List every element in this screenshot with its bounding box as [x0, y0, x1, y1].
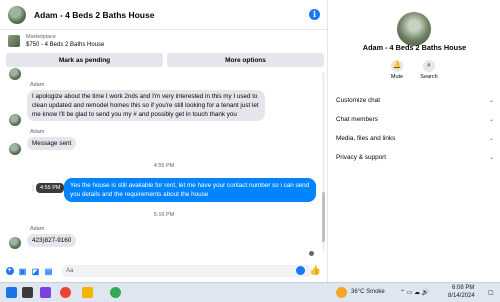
conversation-info-panel: Adam - 4 Beds 2 Baths House 🔔 Mute ⌕ Sea… — [329, 0, 500, 282]
marketplace-listing[interactable]: Marketplace $750 - 4 Beds 2 Baths House — [0, 31, 328, 51]
info-icon[interactable]: i — [309, 9, 320, 20]
page-title[interactable]: Adam - 4 Beds 2 Baths House — [34, 10, 154, 20]
like-icon[interactable]: 👍 — [310, 265, 321, 276]
time-tooltip: 4:55 PM — [36, 183, 65, 193]
scroll-thumb[interactable] — [322, 192, 325, 242]
sidebar-item-label: Chat members — [336, 116, 378, 123]
message-input[interactable]: Aa — [62, 265, 312, 277]
chrome-icon[interactable] — [110, 287, 121, 298]
avatar[interactable] — [9, 68, 21, 80]
avatar[interactable] — [9, 237, 21, 249]
search-label: Search — [420, 74, 438, 80]
avatar[interactable] — [397, 12, 431, 46]
weather-icon[interactable] — [336, 287, 347, 298]
notification-icon[interactable]: ▢ — [488, 289, 494, 296]
chat-pane: Adam - 4 Beds 2 Baths House i Marketplac… — [0, 0, 328, 282]
file-explorer-icon[interactable] — [82, 287, 93, 298]
sidebar-item-chat-members[interactable]: Chat members ⌄ — [336, 116, 494, 123]
sidebar-item-privacy-support[interactable]: Privacy & support ⌄ — [336, 154, 494, 161]
message-sender: Adam — [30, 226, 45, 232]
incoming-message[interactable]: Message sent — [27, 137, 77, 150]
clock-time[interactable]: 6:08 PM — [452, 285, 474, 291]
message-timestamp: 4:55 PM — [153, 163, 175, 169]
listing-thumbnail — [8, 35, 20, 47]
sidebar-item-label: Media, files and links — [336, 135, 396, 142]
task-view-icon[interactable] — [22, 287, 33, 298]
chevron-down-icon: ⌄ — [488, 117, 494, 123]
add-icon[interactable]: + — [5, 267, 14, 276]
sidebar-item-label: Privacy & support — [336, 154, 387, 161]
mute-button[interactable]: 🔔 Mute — [385, 60, 409, 80]
chrome-icon[interactable] — [60, 287, 71, 298]
incoming-message[interactable]: 423)827-9160 — [27, 234, 77, 247]
avatar[interactable] — [9, 114, 21, 126]
windows-taskbar: 36°C Smoke ⌃ ▭ ☁ 🔊 6:08 PM 8/14/2024 ▢ — [0, 282, 500, 302]
avatar[interactable] — [9, 143, 21, 155]
tray-icons[interactable]: ⌃ ▭ ☁ 🔊 — [400, 289, 429, 296]
listing-price-title: $750 - 4 Beds 2 Baths House — [26, 42, 105, 48]
sidebar-item-customize-chat[interactable]: Customize chat ⌄ — [336, 97, 494, 104]
message-timestamp: 5:16 PM — [153, 212, 175, 218]
sidebar-item-media-files-links[interactable]: Media, files and links ⌄ — [336, 135, 494, 142]
emoji-icon[interactable] — [296, 266, 305, 275]
marketplace-label: Marketplace — [26, 34, 56, 40]
bell-icon: 🔔 — [391, 60, 403, 72]
messenger-window: Adam - 4 Beds 2 Baths House i Marketplac… — [0, 0, 500, 302]
clock-date[interactable]: 8/14/2024 — [448, 293, 475, 299]
sidebar-item-label: Customize chat — [336, 97, 381, 104]
more-options-button[interactable]: More options — [167, 53, 324, 67]
conversation-name: Adam - 4 Beds 2 Baths House — [362, 43, 467, 52]
message-sender: Adam — [30, 82, 45, 88]
mute-label: Mute — [390, 74, 404, 80]
pen-app-icon[interactable] — [40, 287, 51, 298]
mark-as-pending-button[interactable]: Mark as pending — [6, 53, 163, 67]
gif-icon[interactable]: ▤ — [44, 267, 53, 276]
chevron-down-icon: ⌄ — [488, 98, 494, 104]
message-list: Adam I apologize about the time I work 2… — [0, 68, 328, 260]
scrollbar[interactable] — [322, 72, 325, 252]
message-sender: Adam — [30, 129, 45, 135]
weather-text[interactable]: 36°C Smoke — [351, 289, 385, 295]
chevron-down-icon: ⌄ — [488, 136, 494, 142]
avatar[interactable] — [8, 5, 26, 24]
composer: + ▣ ◪ ▤ Aa — [0, 260, 328, 282]
search-icon: ⌕ — [423, 60, 435, 72]
sticker-icon[interactable]: ◪ — [31, 267, 40, 276]
photo-icon[interactable]: ▣ — [18, 267, 27, 276]
incoming-message[interactable]: I apologize about the time I work 2nds a… — [27, 90, 265, 121]
search-button[interactable]: ⌕ Search — [417, 60, 441, 80]
outgoing-message[interactable]: Yes the house is still available for ren… — [64, 178, 316, 202]
seen-indicator — [309, 251, 314, 256]
chevron-down-icon: ⌄ — [488, 155, 494, 161]
listing-actions: Mark as pending More options — [6, 53, 324, 67]
start-icon[interactable] — [6, 287, 17, 298]
chat-header: Adam - 4 Beds 2 Baths House i — [0, 0, 328, 30]
